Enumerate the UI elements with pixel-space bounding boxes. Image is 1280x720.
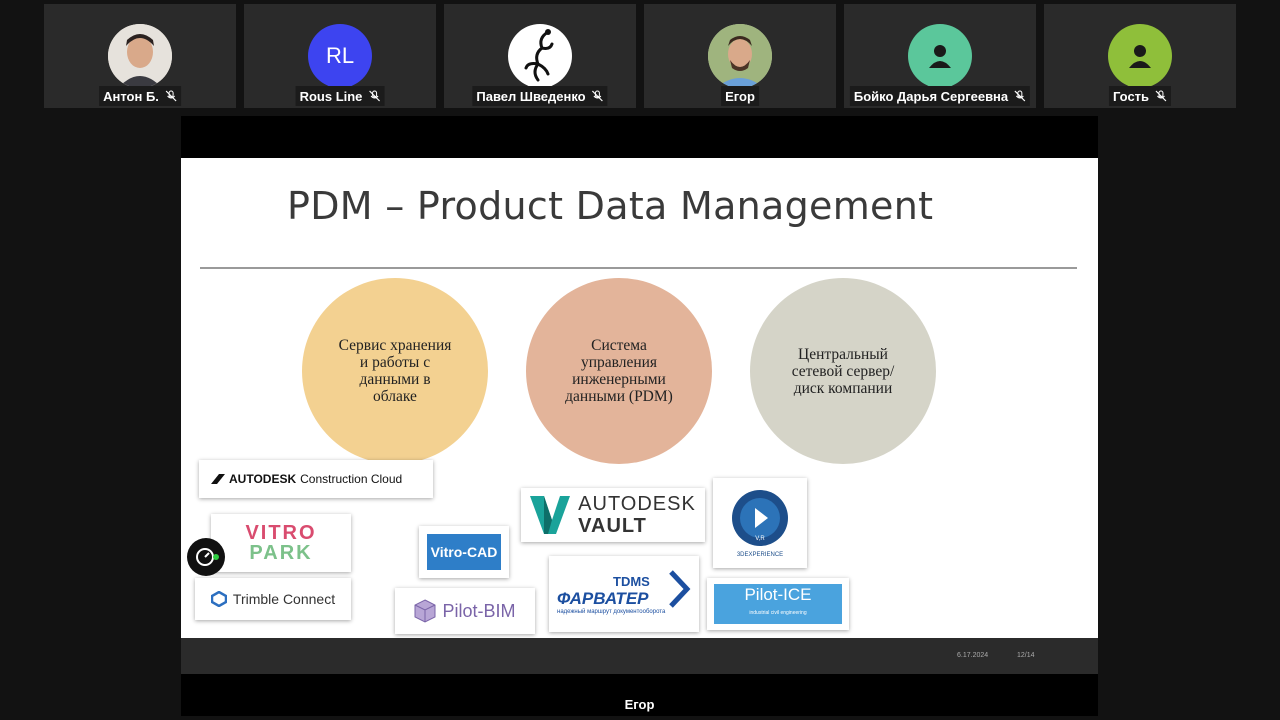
avatar	[708, 24, 772, 88]
person-icon	[929, 45, 951, 68]
pilot-bim-logo: Pilot-BIM	[395, 588, 535, 634]
avatar	[108, 24, 172, 88]
autodesk-mark-icon	[211, 474, 225, 484]
participant-nameplate: Бойко Дарья Сергеевна	[849, 86, 1031, 106]
vitro-park-logo: VITRO PARK	[211, 514, 351, 572]
vault-brand-text: AUTODESK	[578, 493, 696, 515]
mic-off-icon	[1014, 90, 1026, 102]
participant-name: Антон Б.	[103, 88, 159, 104]
avatar-initials: RL	[325, 43, 355, 68]
screen-share[interactable]: PDM – Product Data Management Сервис хра…	[181, 116, 1098, 716]
lizard-icon	[524, 29, 554, 82]
slide-page-number: 12/14	[1017, 652, 1035, 659]
pilot-ice-logo: Pilot-ICE industrial civil engineering	[707, 578, 849, 630]
participant-nameplate: Егор	[721, 86, 759, 106]
product-text: Construction Cloud	[300, 472, 403, 486]
mic-off-icon	[165, 90, 177, 102]
participant-name: Rous Line	[299, 88, 363, 104]
record-icon	[196, 548, 219, 566]
participant-tile[interactable]: Павел Шведенко	[444, 4, 636, 108]
mic-off-icon	[1155, 90, 1167, 102]
person-icon	[1129, 45, 1151, 68]
autodesk-construction-cloud-logo: AUTODESK Construction Cloud	[199, 460, 433, 498]
avatar: RL	[308, 24, 372, 88]
pdm-circle: Система управления инженерными данными (…	[526, 278, 712, 464]
pilot-ice-sub: industrial civil engineering	[749, 610, 807, 616]
participant-tile[interactable]: Бойко Дарья Сергеевна	[844, 4, 1036, 108]
participant-nameplate: Павел Шведенко	[472, 86, 608, 106]
avatar	[908, 24, 972, 88]
chevron-right-icon	[669, 570, 691, 608]
participant-name: Егор	[725, 88, 755, 104]
avatar	[508, 24, 572, 88]
trimble-connect-logo: Trimble Connect	[195, 578, 351, 620]
park-text: PARK	[249, 542, 313, 564]
avatar	[1108, 24, 1172, 88]
trimble-text: Trimble Connect	[232, 591, 336, 607]
brand-text: AUTODESK	[229, 472, 297, 486]
recording-indicator-button[interactable]	[187, 538, 225, 576]
vitro-cad-logo: Vitro-CAD	[419, 526, 509, 578]
slide-title: PDM – Product Data Management	[287, 184, 934, 228]
slide-date: 6.17.2024	[957, 652, 989, 659]
vault-v-icon	[530, 496, 571, 534]
vault-product-text: VAULT	[578, 515, 647, 537]
trimble-icon	[210, 591, 227, 607]
participant-tile[interactable]: RL Rous Line	[244, 4, 436, 108]
presentation-slide: PDM – Product Data Management Сервис хра…	[181, 158, 1098, 638]
tdms-text: TDMS	[613, 573, 650, 589]
circle-text: Центральный сетевой сервер/диск компании	[791, 345, 895, 397]
3dexperience-text: 3DEXPERIENCE	[736, 552, 784, 558]
network-server-circle: Центральный сетевой сервер/диск компании	[750, 278, 936, 464]
mic-off-icon	[368, 90, 380, 102]
pilot-ice-text: Pilot-ICE	[744, 585, 812, 604]
participant-name: Павел Шведенко	[476, 88, 586, 104]
3dexperience-logo: V,R 3DEXPERIENCE	[713, 478, 807, 568]
participant-nameplate: Rous Line	[295, 86, 385, 106]
cloud-storage-circle: Сервис хранения и работы с данными в обл…	[302, 278, 488, 464]
participant-strip: Антон Б. RL Rous Line Павел Шведенко Его…	[0, 0, 1280, 110]
participant-name: Бойко Дарья Сергеевна	[853, 88, 1009, 104]
presenter-name: Егор	[624, 697, 655, 712]
participant-nameplate: Антон Б.	[99, 86, 181, 106]
tdms-tagline: надежный маршрут документооборота	[557, 608, 666, 615]
slide-footer: 6.17.2024 12/14	[181, 638, 1098, 674]
title-divider	[200, 267, 1077, 269]
participant-tile[interactable]: Гость	[1044, 4, 1236, 108]
autodesk-vault-logo: AUTODESK VAULT	[521, 488, 705, 542]
participant-tile[interactable]: Антон Б.	[44, 4, 236, 108]
participant-nameplate: Гость	[1108, 86, 1172, 106]
participant-tile[interactable]: Егор	[644, 4, 836, 108]
farvater-text: ФАРВАТЕР	[557, 588, 649, 608]
3d-mark-text: V,R	[755, 536, 765, 542]
tdms-farvater-logo: TDMS ФАРВАТЕР надежный маршрут документо…	[549, 556, 699, 632]
participant-name: Гость	[1112, 88, 1150, 104]
mic-off-icon	[592, 90, 604, 102]
3dexperience-compass-icon: V,R	[732, 490, 788, 546]
vitro-cad-text: Vitro-CAD	[426, 534, 502, 570]
circle-text: Система управления инженерными данными (…	[565, 337, 673, 405]
pilot-bim-cube-icon	[414, 599, 436, 623]
vitro-text: VITRO	[245, 522, 317, 544]
circle-text: Сервис хранения и работы с данными в обл…	[338, 337, 452, 405]
pilot-bim-text: Pilot-BIM	[442, 600, 516, 621]
